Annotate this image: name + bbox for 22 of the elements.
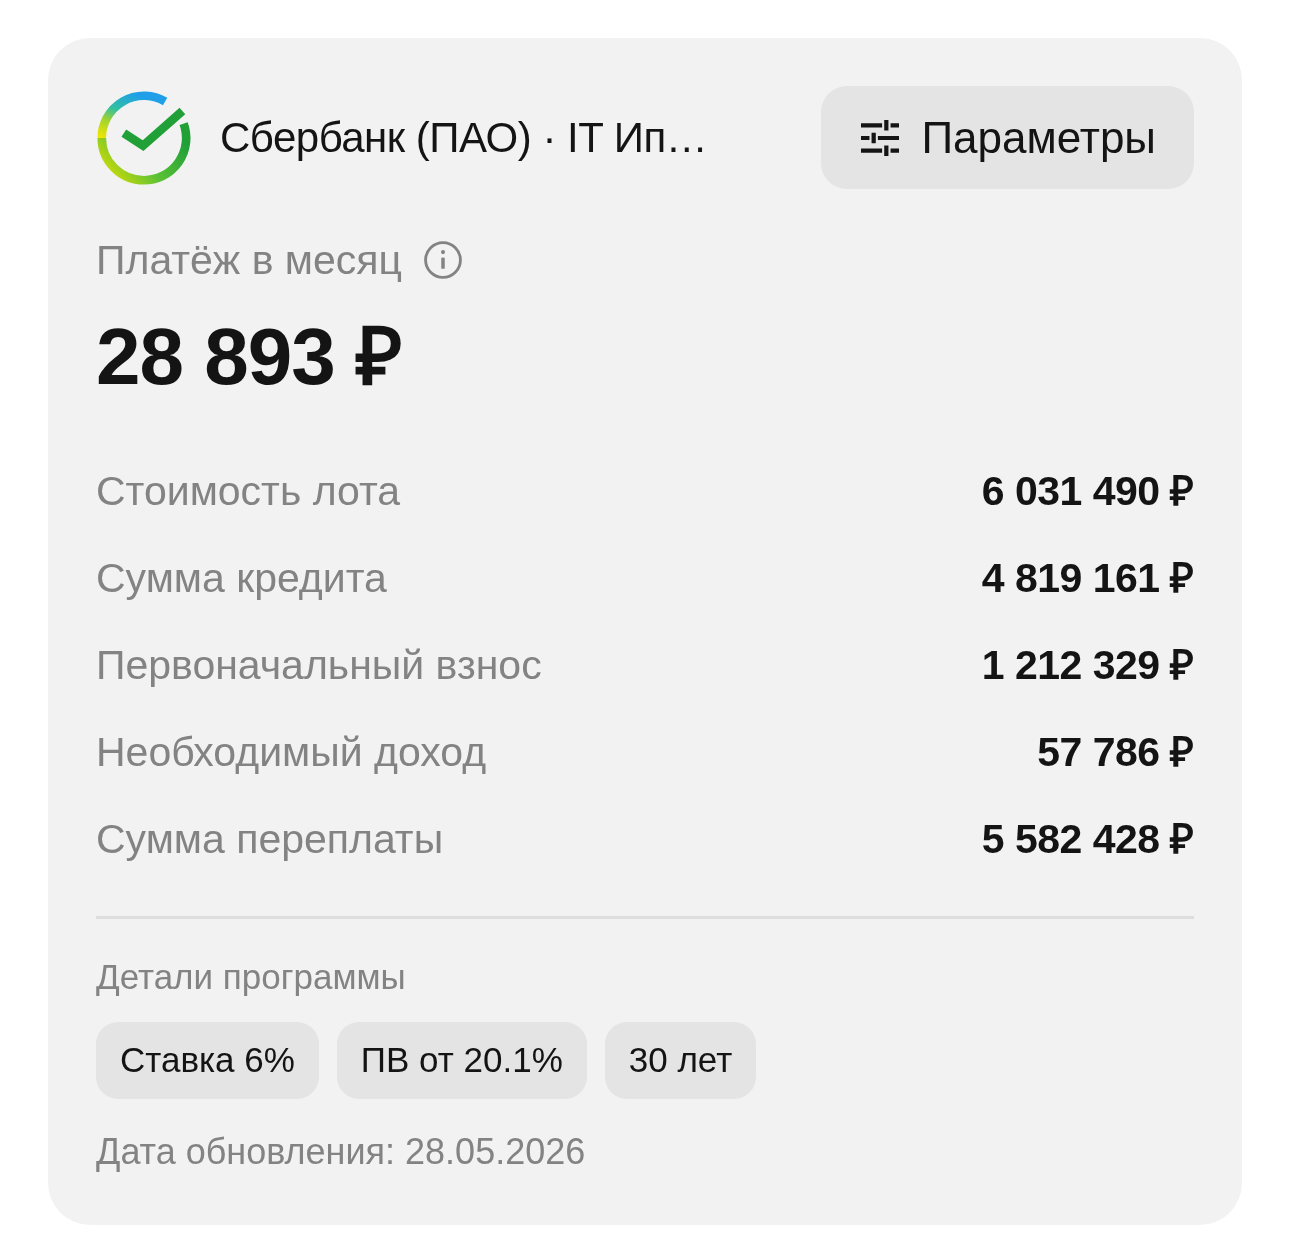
- payment-amount: 28 893 ₽: [96, 311, 403, 403]
- row-value: 6 031 490 ₽: [981, 466, 1194, 516]
- sliders-icon: [861, 118, 900, 157]
- update-date: Дата обновления: 28.05.2026: [96, 1130, 587, 1174]
- row-value: 5 582 428 ₽: [981, 814, 1194, 864]
- row-label: Необходимый доход: [96, 727, 487, 777]
- bank-name: Сбербанк (ПАО) · IT Ип…: [220, 113, 709, 163]
- program-tag: Ставка 6%: [96, 1022, 319, 1099]
- row-label: Сумма кредита: [96, 553, 387, 603]
- program-tag: ПВ от 20.1%: [336, 1022, 587, 1099]
- info-icon[interactable]: [424, 241, 463, 279]
- row-value: 4 819 161 ₽: [981, 553, 1194, 603]
- row-label: Сумма переплаты: [96, 814, 444, 864]
- row-label: Первоначальный взнос: [96, 640, 542, 690]
- section-title: Детали программы: [96, 956, 407, 998]
- parameters-button[interactable]: Параметры: [821, 86, 1194, 189]
- row-value: 57 786 ₽: [1037, 727, 1194, 777]
- program-tag: 30 лет: [604, 1022, 757, 1099]
- bank-logo-icon: [96, 89, 192, 186]
- payment-label: Платёж в месяц: [96, 236, 403, 285]
- row-value: 1 212 329 ₽: [981, 640, 1194, 690]
- row-label: Стоимость лота: [96, 466, 401, 516]
